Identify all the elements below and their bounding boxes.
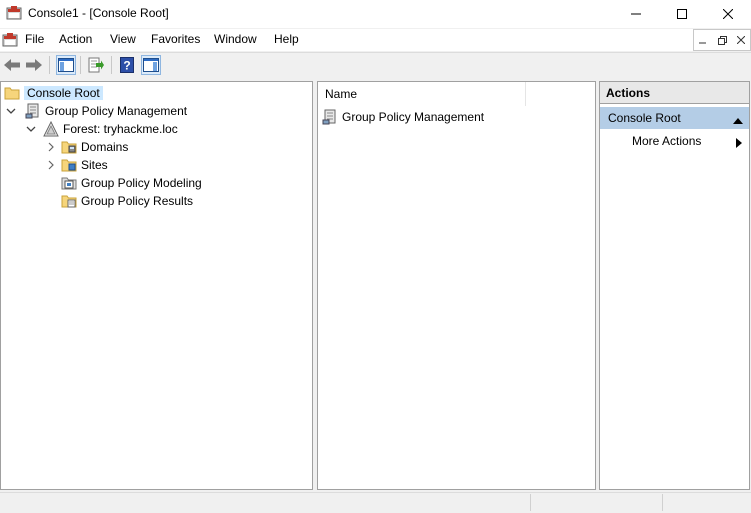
results-list-pane[interactable]: Name Group Policy Management (317, 81, 596, 490)
child-restore-button[interactable] (713, 30, 732, 50)
child-minimize-button[interactable] (694, 30, 713, 50)
minimize-button[interactable] (613, 0, 659, 28)
more-actions-item[interactable]: More Actions (632, 134, 701, 148)
column-header-name[interactable]: Name (318, 82, 526, 106)
tree-item-label: Sites (81, 158, 108, 172)
svg-text:?: ? (123, 59, 130, 73)
tree-item-label: Group Policy Results (81, 194, 194, 208)
console-tree-icon (58, 58, 74, 72)
actions-pane: Actions Console Root More Actions (599, 81, 750, 490)
chevron-right-icon[interactable] (45, 159, 57, 171)
tree-item-group-policy-modeling[interactable]: Group Policy Modeling (61, 174, 202, 192)
export-list-icon (88, 57, 104, 73)
menu-window[interactable]: Window (214, 32, 257, 46)
domains-folder-icon (61, 141, 77, 154)
menu-help[interactable]: Help (274, 32, 299, 46)
close-icon (723, 9, 733, 19)
mmc-app-icon[interactable] (6, 5, 22, 21)
tree-item-domains[interactable]: Domains (45, 138, 128, 156)
forward-button[interactable] (24, 55, 44, 75)
group-policy-results-icon (61, 195, 77, 208)
chevron-down-icon[interactable] (5, 105, 17, 117)
menu-file[interactable]: File (25, 32, 44, 46)
menu-favorites[interactable]: Favorites (151, 32, 200, 46)
status-bar-panel (530, 494, 661, 511)
actions-section-label: Console Root (608, 111, 681, 125)
action-pane-icon (143, 58, 159, 72)
help-book-icon: ? (120, 57, 134, 73)
menu-view[interactable]: View (110, 32, 136, 46)
chevron-down-icon[interactable] (25, 123, 37, 135)
group-policy-modeling-icon (61, 177, 77, 190)
forward-arrow-icon (26, 59, 42, 71)
child-window-controls (693, 29, 751, 51)
tree-item-label: Console Root (24, 86, 103, 100)
maximize-button[interactable] (659, 0, 705, 28)
menu-action[interactable]: Action (59, 32, 92, 46)
close-icon (736, 36, 745, 44)
show-hide-console-tree-button[interactable] (56, 55, 76, 75)
forest-icon (43, 121, 59, 137)
tree-item-label: Group Policy Modeling (81, 176, 202, 190)
close-button[interactable] (705, 0, 751, 28)
minimize-icon (631, 13, 641, 15)
back-button[interactable] (2, 55, 22, 75)
actions-pane-title: Actions (600, 82, 749, 104)
console-tree-pane[interactable]: Console Root Group Policy Management For… (0, 81, 313, 490)
collapse-up-icon[interactable] (733, 114, 743, 128)
restore-icon (717, 35, 727, 45)
toolbar-separator (80, 56, 81, 74)
tree-item-group-policy-management[interactable]: Group Policy Management (5, 102, 187, 120)
actions-section-console-root[interactable]: Console Root (600, 107, 749, 129)
back-arrow-icon (4, 59, 20, 71)
tree-item-forest[interactable]: Forest: tryhackme.loc (25, 120, 178, 138)
window-title: Console1 - [Console Root] (28, 6, 169, 20)
tree-item-sites[interactable]: Sites (45, 156, 108, 174)
child-close-button[interactable] (731, 30, 750, 50)
maximize-icon (677, 9, 687, 19)
show-hide-action-pane-button[interactable] (141, 55, 161, 75)
chevron-right-icon[interactable] (45, 141, 57, 153)
submenu-arrow-icon (736, 137, 742, 151)
toolbar-separator (49, 56, 50, 74)
toolbar-separator (111, 56, 112, 74)
toolbar (0, 52, 751, 79)
folder-icon (4, 87, 20, 100)
group-policy-management-icon (25, 103, 39, 119)
tree-item-console-root[interactable]: Console Root (4, 84, 103, 102)
help-button[interactable]: ? (117, 55, 137, 75)
sites-folder-icon (61, 159, 77, 172)
list-item-label: Group Policy Management (342, 110, 485, 124)
console-system-menu-icon[interactable] (2, 32, 18, 48)
status-bar-panel (662, 494, 751, 511)
export-list-button[interactable] (86, 55, 106, 75)
tree-item-label: Forest: tryhackme.loc (63, 122, 178, 136)
tree-item-label: Domains (81, 140, 129, 154)
minimize-icon (699, 42, 707, 44)
tree-item-label: Group Policy Management (45, 104, 188, 118)
group-policy-management-icon (322, 109, 336, 125)
tree-item-group-policy-results[interactable]: Group Policy Results (61, 192, 193, 210)
list-item[interactable]: Group Policy Management (322, 108, 484, 126)
